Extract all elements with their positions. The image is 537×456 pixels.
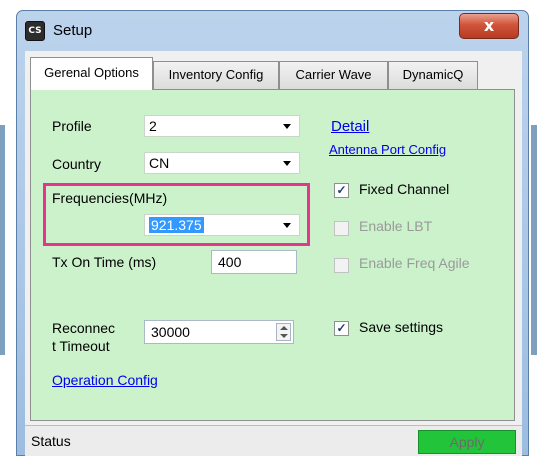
- detail-link[interactable]: Detail: [331, 118, 369, 135]
- title-bar[interactable]: CS Setup x: [17, 11, 528, 51]
- reconnect-timeout-stepper[interactable]: 30000: [144, 320, 294, 344]
- spin-down-icon[interactable]: [280, 334, 288, 338]
- app-icon: CS: [25, 21, 45, 41]
- reconnect-timeout-label-line2: t Timeout: [52, 338, 110, 354]
- fixed-channel-checkbox[interactable]: ✓: [334, 183, 349, 198]
- country-label: Country: [52, 156, 102, 172]
- chevron-down-icon: [283, 161, 291, 166]
- profile-label: Profile: [52, 118, 92, 134]
- tab-general-options[interactable]: Gerenal Options: [30, 57, 153, 90]
- spin-up-icon[interactable]: [280, 326, 288, 330]
- close-button[interactable]: x: [459, 13, 519, 39]
- tab-dynamicq[interactable]: DynamicQ: [388, 61, 478, 89]
- status-bar: Status Apply: [25, 425, 522, 456]
- window-title: Setup: [53, 22, 93, 39]
- spin-buttons-icon[interactable]: [276, 323, 291, 341]
- tx-on-time-label: Tx On Time (ms): [52, 254, 157, 270]
- profile-select[interactable]: 2: [144, 115, 300, 137]
- apply-button[interactable]: Apply: [418, 430, 516, 454]
- status-text: Status: [31, 433, 71, 449]
- chevron-down-icon: [283, 124, 291, 129]
- save-settings-label: Save settings: [359, 319, 444, 335]
- operation-config-link[interactable]: Operation Config: [52, 372, 158, 388]
- tx-on-time-input[interactable]: 400: [211, 250, 297, 274]
- country-select[interactable]: CN: [144, 152, 300, 174]
- tab-inventory-config[interactable]: Inventory Config: [153, 61, 279, 89]
- enable-lbt-label: Enable LBT: [359, 218, 433, 234]
- background-strip-right: [531, 125, 537, 355]
- country-value: CN: [149, 155, 170, 171]
- tab-carrier-wave[interactable]: Carrier Wave: [279, 61, 388, 89]
- reconnect-timeout-label-line1: Reconnec: [52, 320, 116, 336]
- frequency-highlight-box: [43, 183, 310, 246]
- profile-value: 2: [149, 118, 157, 134]
- reconnect-timeout-value: 30000: [151, 324, 190, 340]
- enable-freq-agile-checkbox[interactable]: [334, 258, 349, 273]
- antenna-port-config-link[interactable]: Antenna Port Config: [329, 142, 446, 157]
- enable-lbt-checkbox[interactable]: [334, 221, 349, 236]
- save-settings-checkbox[interactable]: ✓: [334, 321, 349, 336]
- enable-freq-agile-label: Enable Freq Agile: [359, 255, 470, 271]
- fixed-channel-label: Fixed Channel: [359, 181, 450, 197]
- background-strip-left: [0, 125, 5, 355]
